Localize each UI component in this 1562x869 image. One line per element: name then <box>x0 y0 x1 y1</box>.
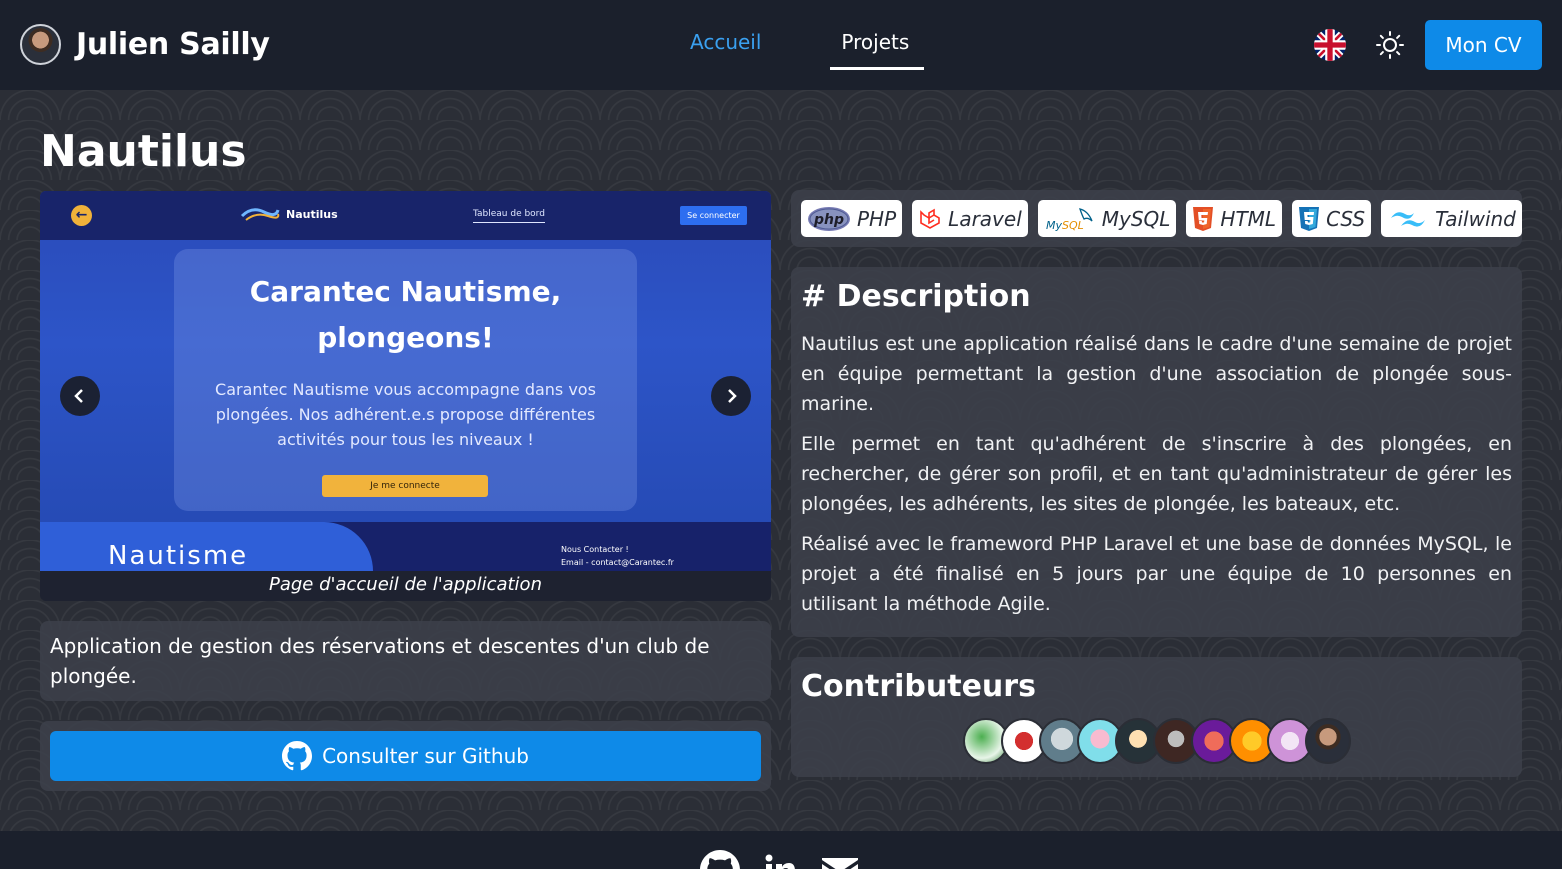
tag-laravel: Laravel <box>912 200 1028 237</box>
svg-text:php: php <box>813 212 844 228</box>
tag-tailwind: Tailwind <box>1381 200 1522 237</box>
tag-css: CSS <box>1292 200 1372 237</box>
description-paragraph: Nautilus est une application réalisé dan… <box>801 333 1512 415</box>
svg-text:My: My <box>1046 219 1062 232</box>
tag-label: MySQL <box>1101 206 1171 231</box>
page-title: Nautilus <box>40 126 247 177</box>
wave-logo-icon <box>240 208 280 221</box>
description-card: # Description Nautilus est une applicati… <box>791 267 1522 637</box>
tag-label: Tailwind <box>1435 206 1516 231</box>
contributors-card: Contributeurs <box>791 657 1522 777</box>
mysql-icon: My SQL <box>1044 205 1096 233</box>
carousel-screenshot: ← Nautilus Tableau de bord Se connecter … <box>40 191 771 571</box>
screenshot-connect-button: Se connecter <box>680 206 747 225</box>
html5-icon <box>1192 206 1214 232</box>
carousel-next-button[interactable] <box>711 376 751 416</box>
nav-link-accueil[interactable]: Accueil <box>690 30 761 54</box>
image-carousel: ← Nautilus Tableau de bord Se connecter … <box>40 191 771 601</box>
screenshot-hero-button: Je me connecte <box>322 475 488 497</box>
tag-label: PHP <box>857 206 897 231</box>
screenshot-footer-contact: Nous Contacter ! Email - contact@Carante… <box>561 543 674 569</box>
screenshot-hero-text: Carantec Nautisme vous accompagne dans v… <box>215 380 596 449</box>
screenshot-hero-title: Carantec Nautisme, plongeons! <box>249 275 562 354</box>
github-button-label: Consulter sur Github <box>322 744 529 768</box>
brand-name: Julien Sailly <box>76 27 270 62</box>
tag-php: php PHP <box>801 200 903 237</box>
github-card: Consulter sur Github <box>40 721 771 791</box>
tag-label: Laravel <box>948 206 1022 231</box>
github-icon[interactable] <box>700 850 740 869</box>
nav-active-underline <box>830 67 924 70</box>
github-icon <box>282 741 313 771</box>
linkedin-icon[interactable] <box>760 850 800 869</box>
description-paragraph: Elle permet en tant qu'adhérent de s'ins… <box>801 433 1512 515</box>
nav-link-projets[interactable]: Projets <box>841 30 909 54</box>
chevron-right-icon <box>728 389 737 403</box>
css3-icon <box>1298 206 1320 232</box>
description-paragraph: Réalisé avec le frameword PHP Laravel et… <box>801 533 1512 615</box>
tag-label: HTML <box>1220 206 1277 231</box>
tailwind-icon <box>1387 206 1429 232</box>
github-button[interactable]: Consulter sur Github <box>50 731 761 781</box>
project-summary-card: Application de gestion des réservations … <box>40 621 771 701</box>
contributors-heading: Contributeurs <box>801 669 1036 704</box>
brand[interactable]: Julien Sailly <box>20 24 270 65</box>
back-arrow-icon: ← <box>71 205 92 226</box>
description-heading: # Description <box>801 279 1031 314</box>
footer-social-links <box>700 850 880 869</box>
screenshot-logo-text: Nautilus <box>286 207 338 221</box>
screenshot-logo: Nautilus <box>240 204 338 224</box>
project-tagline: Application de gestion des réservations … <box>50 634 710 688</box>
screenshot-contact-line: Nous Contacter ! <box>561 545 629 554</box>
carousel-caption: Page d'accueil de l'application <box>269 574 542 595</box>
screenshot-navbar: ← Nautilus Tableau de bord Se connecter <box>40 191 771 240</box>
svg-text:SQL: SQL <box>1062 219 1084 232</box>
envelope-icon[interactable] <box>820 850 860 869</box>
tag-html: HTML <box>1186 200 1283 237</box>
footer <box>0 831 1562 869</box>
technology-tags: php PHP Laravel My SQL MySQL HTML CSS Tai… <box>791 190 1522 247</box>
contributor-avatar[interactable] <box>1305 718 1351 764</box>
screenshot-nav-link: Tableau de bord <box>473 209 545 223</box>
chevron-left-icon <box>74 389 83 403</box>
uk-flag-icon[interactable] <box>1314 29 1346 61</box>
sun-icon[interactable] <box>1375 30 1405 60</box>
screenshot-footer-logo: Nautisme <box>108 541 249 571</box>
main-nav: Accueil Projets <box>690 30 909 54</box>
screenshot-contact-line: Email - contact@Carantec.fr <box>561 558 674 567</box>
laravel-icon <box>918 207 942 231</box>
cv-button[interactable]: Mon CV <box>1425 20 1542 70</box>
avatar <box>20 24 61 65</box>
screenshot-hero-card: Carantec Nautisme, plongeons! Carantec N… <box>174 249 637 511</box>
tag-label: CSS <box>1326 206 1366 231</box>
tag-mysql: My SQL MySQL <box>1037 200 1177 237</box>
php-icon: php <box>807 206 851 232</box>
contributor-avatars <box>963 718 1351 764</box>
top-navbar: Julien Sailly Accueil Projets Mon CV <box>0 0 1562 90</box>
carousel-prev-button[interactable] <box>60 376 100 416</box>
